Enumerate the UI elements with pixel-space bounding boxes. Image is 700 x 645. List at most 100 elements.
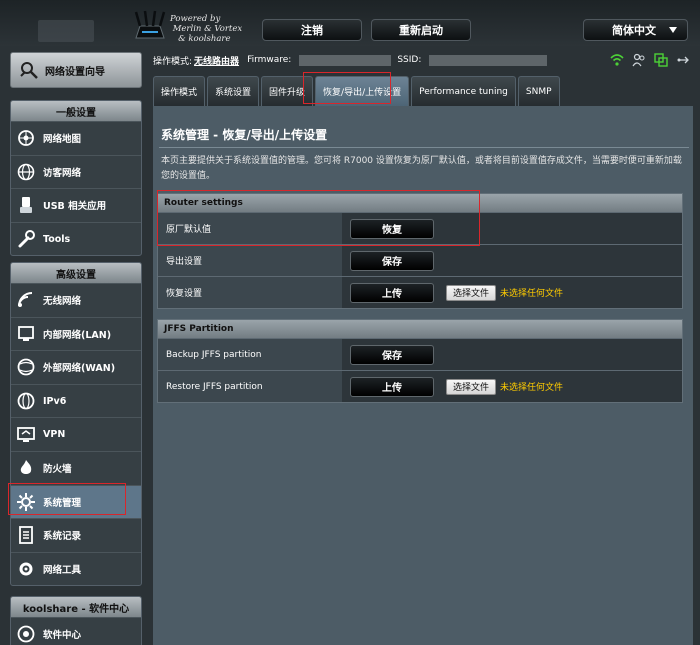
sidebar-item-tools[interactable]: Tools bbox=[11, 221, 141, 256]
table-row: 恢复设置 上传 选择文件 未选择任何文件 bbox=[158, 276, 682, 308]
sidebar-item-administration[interactable]: 系统管理 bbox=[11, 484, 141, 519]
sidebar-item-label: 系统管理 bbox=[43, 497, 82, 509]
koolshare-group: koolshare - 软件中心 软件中心 bbox=[10, 596, 142, 645]
sidebar-item-lan[interactable]: 内部网络(LAN) bbox=[11, 316, 141, 351]
sidebar-item-label: 系统记录 bbox=[43, 531, 82, 543]
table-row: Restore JFFS partition 上传 选择文件 未选择任何文件 bbox=[158, 370, 682, 402]
table-row: 导出设置 保存 bbox=[158, 244, 682, 276]
usb-status-icon[interactable] bbox=[676, 53, 690, 67]
jffs-choose-file-button[interactable]: 选择文件 bbox=[446, 378, 497, 395]
tab-performance-tuning[interactable]: Performance tuning bbox=[411, 76, 516, 106]
sidebar-item-system-log[interactable]: 系统记录 bbox=[11, 518, 141, 552]
sidebar-item-software-center[interactable]: 软件中心 bbox=[11, 617, 141, 645]
mode-link[interactable]: 无线路由器 bbox=[194, 54, 239, 67]
network-map-icon bbox=[15, 127, 37, 149]
sidebar-item-guest-network[interactable]: 访客网络 bbox=[11, 154, 141, 189]
wan-icon bbox=[15, 356, 37, 378]
redacted-ssid bbox=[429, 54, 548, 66]
sidebar-item-firewall[interactable]: 防火墙 bbox=[11, 450, 141, 485]
sidebar-item-label: VPN bbox=[43, 429, 66, 441]
sidebar-item-label: 网络地图 bbox=[43, 134, 82, 146]
factory-default-label: 原厂默认值 bbox=[158, 213, 342, 244]
main-panel: 系统管理 - 恢复/导出/上传设置 本页主要提供关于系统设置值的管理。您可将 R… bbox=[153, 106, 693, 645]
jffs-upload-button[interactable]: 上传 bbox=[350, 376, 434, 397]
sidebar-item-label: 内部网络(LAN) bbox=[43, 329, 112, 341]
sidebar-item-label: 防火墙 bbox=[43, 464, 72, 476]
language-select[interactable]: 简体中文 bbox=[583, 19, 688, 41]
sidebar-item-label: Tools bbox=[43, 233, 71, 245]
sidebar-item-label: USB 相关应用 bbox=[43, 201, 107, 213]
export-settings-label: 导出设置 bbox=[158, 245, 342, 276]
table-row: Backup JFFS partition 保存 bbox=[158, 338, 682, 370]
sidebar-item-network-tools[interactable]: 网络工具 bbox=[11, 551, 141, 586]
logout-button[interactable]: 注销 bbox=[262, 19, 362, 41]
sidebar-item-label: 外部网络(WAN) bbox=[43, 363, 116, 375]
tab-snmp[interactable]: SNMP bbox=[517, 76, 560, 106]
quick-setup-label: 网络设置向导 bbox=[45, 66, 105, 78]
tab-operation-mode[interactable]: 操作模式 bbox=[153, 76, 206, 106]
router-settings-table: Router settings 原厂默认值 恢复 导出设置 保存 恢复设置 上传… bbox=[157, 193, 683, 309]
ssid-key: SSID: bbox=[397, 55, 422, 65]
jffs-partition-table: JFFS Partition Backup JFFS partition 保存 … bbox=[157, 319, 683, 403]
redacted-firmware bbox=[299, 54, 392, 66]
sidebar-item-label: 网络工具 bbox=[43, 565, 82, 577]
software-center-icon bbox=[15, 623, 37, 645]
status-icons bbox=[610, 53, 690, 67]
restore-jffs-value: 上传 选择文件 未选择任何文件 bbox=[342, 371, 682, 402]
vpn-icon bbox=[15, 424, 37, 446]
reboot-button[interactable]: 重新启动 bbox=[371, 19, 471, 41]
tools-icon bbox=[15, 228, 37, 250]
mode-key: 操作模式: bbox=[153, 56, 193, 67]
restore-settings-value: 上传 选择文件 未选择任何文件 bbox=[342, 277, 682, 308]
quick-setup-button[interactable]: 网络设置向导 bbox=[10, 52, 142, 88]
powered-by-text: Powered by Merlin & Vortex & koolshare bbox=[170, 14, 243, 44]
sidebar-item-wan[interactable]: 外部网络(WAN) bbox=[11, 350, 141, 384]
sidebar-item-label: 无线网络 bbox=[43, 296, 82, 308]
clients-icon[interactable] bbox=[632, 53, 646, 67]
jffs-save-button[interactable]: 保存 bbox=[350, 344, 434, 365]
page-title: 系统管理 - 恢复/导出/上传设置 bbox=[161, 128, 328, 142]
tab-restore-save-upload[interactable]: 恢复/导出/上传设置 bbox=[315, 76, 410, 106]
upload-button[interactable]: 上传 bbox=[350, 282, 434, 303]
copy-icon[interactable] bbox=[654, 53, 668, 67]
general-settings-group: 一般设置 网络地图 访客网络 USB 相关应用 Tools bbox=[10, 100, 142, 257]
router-icon bbox=[134, 10, 166, 39]
sidebar-item-vpn[interactable]: VPN bbox=[11, 417, 141, 451]
tab-firmware-upgrade[interactable]: 固件升级 bbox=[261, 76, 314, 106]
firewall-icon bbox=[15, 457, 37, 479]
jffs-partition-title: JFFS Partition bbox=[158, 320, 682, 338]
ipv6-icon bbox=[15, 390, 37, 412]
sidebar-item-usb[interactable]: USB 相关应用 bbox=[11, 188, 141, 222]
table-row: 原厂默认值 恢复 bbox=[158, 212, 682, 244]
sidebar-item-ipv6[interactable]: IPv6 bbox=[11, 383, 141, 418]
choose-file-button[interactable]: 选择文件 bbox=[446, 284, 497, 301]
wizard-icon bbox=[19, 60, 39, 80]
sidebar-item-label: 访客网络 bbox=[43, 167, 82, 179]
sidebar-item-wireless[interactable]: 无线网络 bbox=[11, 283, 141, 317]
restore-button[interactable]: 恢复 bbox=[350, 218, 434, 239]
network-tools-icon bbox=[15, 558, 37, 580]
advanced-settings-group: 高级设置 无线网络 内部网络(LAN) 外部网络(WAN) IPv6 VPN 防… bbox=[10, 262, 142, 587]
save-button[interactable]: 保存 bbox=[350, 250, 434, 271]
export-settings-value: 保存 bbox=[342, 245, 682, 276]
status-bar: 操作模式: 无线路由器 Firmware: SSID: bbox=[153, 50, 700, 70]
wifi-icon[interactable] bbox=[610, 53, 624, 67]
backup-jffs-value: 保存 bbox=[342, 339, 682, 370]
sidebar-item-label: IPv6 bbox=[43, 395, 67, 407]
lan-icon bbox=[15, 323, 37, 345]
router-settings-title: Router settings bbox=[158, 194, 682, 212]
file-status: 未选择任何文件 bbox=[500, 289, 564, 299]
wireless-icon bbox=[15, 289, 37, 311]
tab-system[interactable]: 系统设置 bbox=[207, 76, 260, 106]
page-description: 本页主要提供关于系统设置值的管理。您可将 R7000 设置恢复为原厂默认值，或者… bbox=[161, 156, 682, 181]
usb-icon bbox=[15, 194, 37, 216]
jffs-file-status: 未选择任何文件 bbox=[500, 383, 564, 393]
top-header: Powered by Merlin & Vortex & koolshare 注… bbox=[0, 0, 700, 46]
sidebar-item-network-map[interactable]: 网络地图 bbox=[11, 121, 141, 155]
tab-bar: 操作模式 系统设置 固件升级 恢复/导出/上传设置 Performance tu… bbox=[153, 76, 560, 106]
firmware-key: Firmware: bbox=[247, 55, 292, 65]
restore-jffs-label: Restore JFFS partition bbox=[158, 371, 342, 402]
redacted-logo bbox=[38, 20, 94, 42]
restore-settings-label: 恢复设置 bbox=[158, 277, 342, 308]
chevron-down-icon bbox=[669, 27, 677, 33]
